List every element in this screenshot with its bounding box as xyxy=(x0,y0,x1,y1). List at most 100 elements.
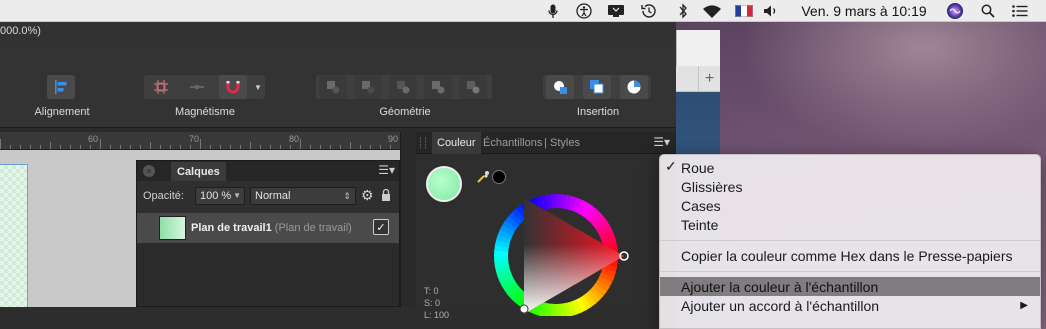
color-panel-dropdown-menu: ✓ Roue Glissières Cases Teinte Copier la… xyxy=(659,154,1041,329)
ruler-tick-label: 60 xyxy=(88,134,99,144)
artboard[interactable] xyxy=(0,164,28,307)
subtract-shape-button[interactable] xyxy=(354,75,382,99)
subtract-shape-icon xyxy=(362,81,375,94)
insertion-label: Insertion xyxy=(576,106,620,118)
ruler-tick xyxy=(60,145,61,149)
insert-inside-button[interactable] xyxy=(620,75,648,99)
ruler-tick xyxy=(250,142,251,149)
menu-item-label: Copier la couleur comme Hex dans le Pres… xyxy=(681,247,1013,264)
layer-row[interactable]: Plan de travail1 (Plan de travail) ✓ xyxy=(137,213,399,243)
insert-top-button[interactable] xyxy=(583,75,611,99)
time-machine-icon[interactable] xyxy=(639,0,659,22)
tab-layers[interactable]: Calques xyxy=(171,162,226,181)
layer-label: Plan de travail1 (Plan de travail) xyxy=(191,222,352,234)
ruler-tick xyxy=(330,145,331,149)
ruler-tick xyxy=(240,145,241,149)
menu-item-sliders[interactable]: Glissières xyxy=(660,177,1040,196)
title-bar: 000.0%) xyxy=(0,22,676,42)
menu-item-label: Ajouter un accord à l'échantillon xyxy=(681,297,880,314)
tab-color[interactable]: Couleur xyxy=(432,132,481,154)
blend-mode-select[interactable]: Normal ⇕ xyxy=(250,187,356,205)
ruler-tick xyxy=(30,145,31,149)
lock-icon[interactable] xyxy=(381,188,391,207)
snap-object-icon xyxy=(190,85,204,89)
panel-menu-icon[interactable]: ☰▾ xyxy=(653,135,670,149)
menu-item-label: Teinte xyxy=(681,216,719,233)
display-icon[interactable] xyxy=(606,0,626,22)
ruler-tick xyxy=(110,145,111,149)
menu-item-wheel[interactable]: ✓ Roue xyxy=(660,158,1040,177)
siri-icon[interactable] xyxy=(945,0,965,22)
clock-date[interactable]: Ven. 9 mars à 10:19 xyxy=(798,0,930,22)
horizontal-ruler[interactable]: 60 70 80 90 xyxy=(0,132,401,150)
flag-fr-icon[interactable] xyxy=(734,0,754,22)
insert-inside-icon xyxy=(627,80,641,94)
tab-styles[interactable]: Styles xyxy=(550,132,580,154)
submenu-arrow-icon: ▶ xyxy=(1020,300,1028,311)
menu-item-copy-hex[interactable]: Copier la couleur comme Hex dans le Pres… xyxy=(660,246,1040,265)
ruler-tick xyxy=(350,142,351,149)
panel-grip-icon[interactable] xyxy=(420,137,426,149)
menu-item-add-harmony-to-swatch[interactable]: Ajouter un accord à l'échantillon ▶ xyxy=(660,296,1040,315)
menu-item-label: Roue xyxy=(681,159,715,176)
volume-icon[interactable] xyxy=(762,0,780,22)
intersect-shape-button[interactable] xyxy=(389,75,417,99)
layer-type: (Plan de travail) xyxy=(274,222,352,234)
snapping-label: Magnétisme xyxy=(175,106,235,118)
ruler-tick-label: 80 xyxy=(289,134,300,144)
ruler-tick xyxy=(310,145,311,149)
geometry-label: Géométrie xyxy=(379,106,431,118)
color-wheel[interactable] xyxy=(476,176,636,316)
bluetooth-icon[interactable] xyxy=(676,0,690,22)
ruler-tick xyxy=(170,145,171,149)
add-shape-button[interactable] xyxy=(319,75,347,99)
insert-top-icon xyxy=(590,80,604,94)
ruler-tick xyxy=(50,142,51,149)
divide-shape-icon xyxy=(467,81,480,94)
opacity-field[interactable]: 100 % ▼ xyxy=(195,187,245,205)
xor-shape-button[interactable] xyxy=(424,75,452,99)
accessibility-icon[interactable] xyxy=(575,0,593,22)
menu-separator xyxy=(660,240,1040,241)
wifi-icon[interactable] xyxy=(701,0,723,22)
ruler-tick xyxy=(200,139,201,149)
menu-item-label: Cases xyxy=(681,197,721,214)
panel-divider[interactable] xyxy=(400,132,416,307)
ruler-tick xyxy=(340,145,341,149)
list-icon[interactable] xyxy=(1011,0,1029,22)
gear-icon[interactable]: ⚙ xyxy=(361,188,374,202)
ruler-tick xyxy=(70,145,71,149)
insert-behind-button[interactable] xyxy=(546,75,574,99)
divide-shape-button[interactable] xyxy=(459,75,487,99)
ruler-tick xyxy=(320,145,321,149)
current-color-swatch[interactable] xyxy=(426,166,462,202)
ruler-tick xyxy=(280,145,281,149)
microphone-icon[interactable] xyxy=(545,0,561,22)
ruler-tick xyxy=(160,145,161,149)
new-tab-button[interactable]: + xyxy=(698,66,720,92)
magnet-icon xyxy=(226,81,240,94)
lightness-readout: L: 100 xyxy=(424,310,450,320)
menu-item-add-color-to-swatch[interactable]: Ajouter la couleur à l'échantillon xyxy=(660,277,1040,296)
saturation-handle[interactable] xyxy=(519,304,529,314)
layer-visibility-checkbox[interactable]: ✓ xyxy=(373,219,389,235)
snap-grid-icon xyxy=(154,80,168,94)
menu-item-tint[interactable]: Teinte xyxy=(660,215,1040,234)
magnet-button[interactable] xyxy=(219,75,247,99)
panel-menu-icon[interactable]: ☰▾ xyxy=(378,163,395,177)
snap-object-button[interactable] xyxy=(183,75,211,99)
tab-swatches[interactable]: Échantillons xyxy=(483,132,542,154)
ruler-tick xyxy=(20,145,21,149)
wallpaper-highlight xyxy=(740,22,1046,152)
snap-grid-button[interactable] xyxy=(147,75,175,99)
chevron-down-icon: ▼ xyxy=(233,191,241,200)
xor-shape-icon xyxy=(432,81,445,94)
menu-item-boxes[interactable]: Cases xyxy=(660,196,1040,215)
close-icon[interactable]: × xyxy=(143,165,155,177)
spotlight-icon[interactable] xyxy=(979,0,997,22)
alignment-button[interactable] xyxy=(47,75,75,99)
snapping-dropdown-button[interactable]: ▼ xyxy=(251,75,265,99)
ruler-tick xyxy=(100,139,101,149)
layer-thumbnail xyxy=(159,216,186,240)
ruler-tick xyxy=(80,145,81,149)
